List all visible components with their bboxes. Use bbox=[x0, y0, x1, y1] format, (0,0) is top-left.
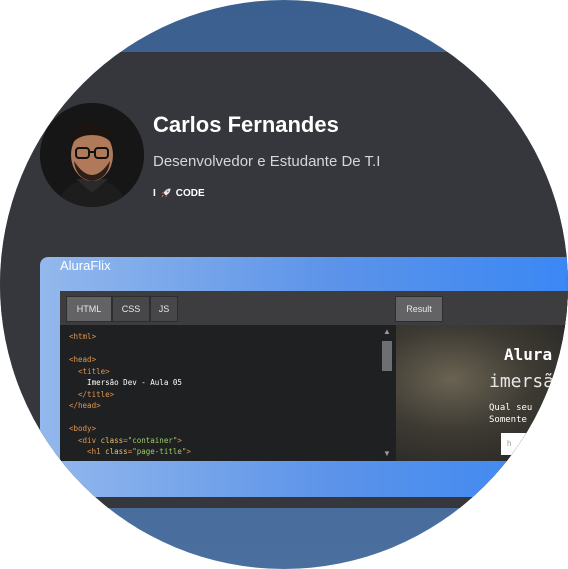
code-editor: HTML CSS JS Result <html> <head> <title>… bbox=[60, 291, 568, 461]
tab-js[interactable]: JS bbox=[150, 296, 178, 322]
result-line-2: Somente bbox=[489, 415, 527, 425]
result-panel: Alura imersã Qual seu Somente h bbox=[396, 325, 568, 461]
result-heading: Alura bbox=[504, 345, 553, 364]
result-input-text: h bbox=[507, 439, 512, 448]
code-scrollbar[interactable]: ▲ ▼ bbox=[378, 325, 396, 461]
result-line-1: Qual seu bbox=[489, 403, 533, 413]
profile-tag: I CODE bbox=[153, 187, 205, 199]
scroll-down-icon[interactable]: ▼ bbox=[382, 449, 392, 459]
editor-tabs: HTML CSS JS Result bbox=[60, 291, 568, 325]
scroll-up-icon[interactable]: ▲ bbox=[382, 327, 392, 337]
tag-prefix: I bbox=[153, 187, 156, 199]
tab-result[interactable]: Result bbox=[395, 296, 443, 322]
rocket-icon bbox=[160, 187, 172, 199]
tag-text: CODE bbox=[175, 187, 205, 199]
tab-css[interactable]: CSS bbox=[112, 296, 150, 322]
result-input[interactable]: h bbox=[501, 433, 568, 455]
profile-name: Carlos Fernandes bbox=[153, 112, 339, 137]
project-title: AluraFlix bbox=[60, 258, 111, 273]
scroll-thumb[interactable] bbox=[382, 341, 392, 371]
profile-circle: Carlos Fernandes Desenvolvedor e Estudan… bbox=[0, 0, 568, 569]
code-text: <html> <head> <title> Imersão Dev - Aula… bbox=[69, 332, 191, 456]
tab-html[interactable]: HTML bbox=[66, 296, 112, 322]
result-subheading: imersã bbox=[489, 371, 555, 392]
code-panel[interactable]: <html> <head> <title> Imersão Dev - Aula… bbox=[60, 325, 396, 461]
avatar bbox=[40, 103, 144, 207]
profile-role: Desenvolvedor e Estudante De T.I bbox=[153, 153, 381, 170]
